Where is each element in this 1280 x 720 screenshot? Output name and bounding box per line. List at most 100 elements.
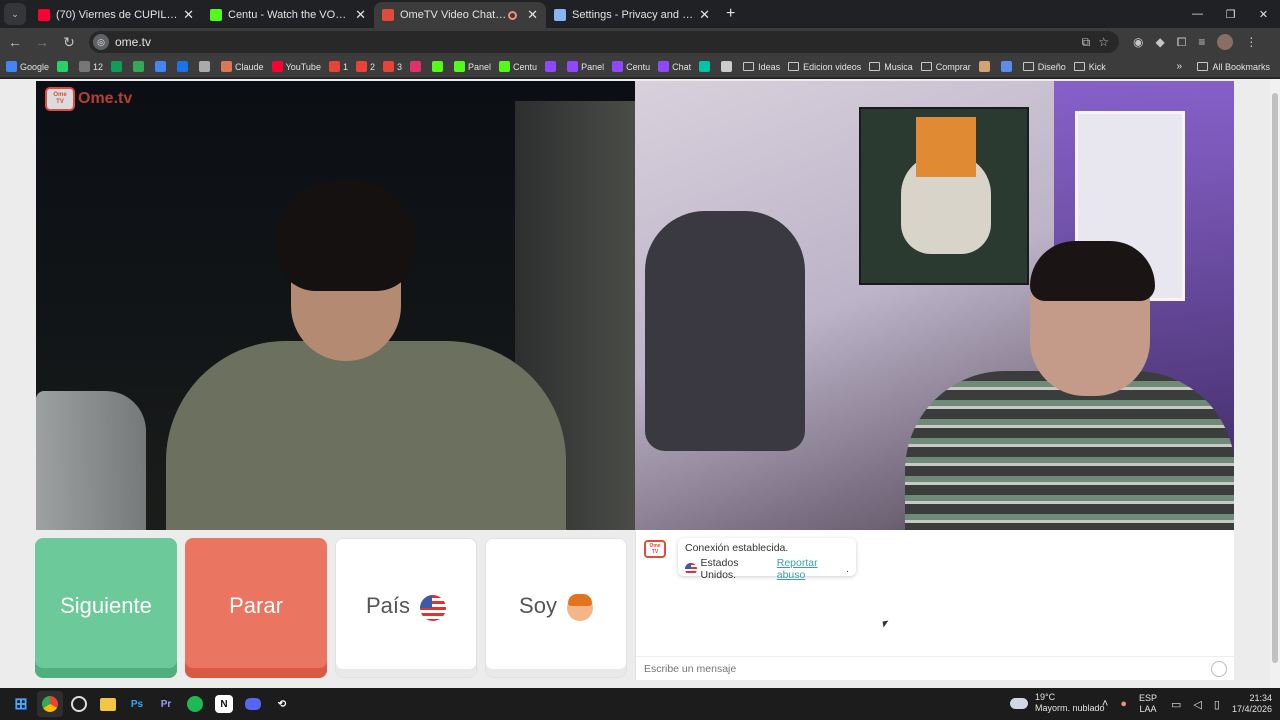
tab-close-icon[interactable]: ✕ [183,7,194,23]
reading-list-icon[interactable]: ≡ [1198,35,1205,49]
language-indicator[interactable]: ESP LAA [1139,693,1157,715]
bookmark-folder[interactable]: Musica [869,62,913,72]
bookmark-item[interactable] [177,61,191,72]
install-app-icon[interactable]: ⧉ [1082,35,1091,50]
bookmark-item[interactable]: YouTube [271,61,321,72]
network-icon[interactable]: ▭ [1171,698,1181,711]
bookmark-folder[interactable]: Edicion videos [788,62,861,72]
back-button[interactable]: ← [3,30,27,54]
bookmark-item[interactable]: Claude [221,61,264,72]
bookmark-folder[interactable]: Kick [1073,62,1106,72]
address-bar[interactable]: ◎ ome.tv ⧉ ☆ [89,31,1119,53]
reload-button[interactable]: ↻ [57,30,81,54]
spotify-icon[interactable] [182,691,208,717]
bookmark-star-icon[interactable]: ☆ [1098,35,1109,50]
browser-tab[interactable]: OmeTV Video Chat — Ome ✕ [374,2,546,28]
notion-icon[interactable]: N [215,695,233,713]
browser-tab[interactable]: (70) Viernes de CUPILOVE con l ✕ [30,2,202,28]
profile-avatar[interactable] [1217,34,1234,50]
bookmark-folder[interactable]: Comprar [920,62,971,72]
site-info-icon[interactable]: ◎ [93,34,109,50]
bookmark-item[interactable]: 1 [328,61,348,72]
bookmark-folder[interactable]: Ideas [743,62,780,72]
bookmark-favicon-icon [612,61,624,72]
bookmark-item[interactable] [133,61,147,72]
premiere-icon[interactable]: Pr [153,691,179,717]
bookmark-item[interactable] [410,61,424,72]
bookmark-item[interactable] [721,61,735,72]
bookmark-folder[interactable]: Diseño [1022,62,1066,72]
weather-widget[interactable]: 19°C Mayorm. nublado [1010,692,1105,714]
tab-close-icon[interactable]: ✕ [355,7,366,23]
tab-close-icon[interactable]: ✕ [527,7,538,23]
bookmark-item[interactable]: Panel [454,61,491,72]
battery-icon[interactable]: ▯ [1214,698,1220,711]
system-message: Conexión establecida. Estados Unidos. Re… [678,538,856,581]
next-button[interactable]: Siguiente [35,538,177,678]
browser-menu-icon[interactable]: ⋮ [1245,35,1257,49]
obs-icon[interactable] [66,691,92,717]
extension-audio-icon[interactable]: ◉ [1133,35,1143,49]
browser-tab[interactable]: Centu - Watch the VOD on Kick ✕ [202,2,374,28]
connection-status-text: Conexión establecida. [685,542,789,554]
bookmark-item[interactable] [545,61,559,72]
page-scrollbar[interactable] [1270,79,1280,688]
folder-icon [869,62,881,71]
volume-icon[interactable]: ◁ [1193,698,1201,711]
minimize-button[interactable]: — [1181,0,1214,28]
tab-close-icon[interactable]: ✕ [699,7,710,23]
stop-button[interactable]: Parar [185,538,327,678]
browser-tab[interactable]: Settings - Privacy and security ✕ [546,2,718,28]
bookmark-item[interactable]: Centu [612,61,650,72]
bookmark-item[interactable]: Centu [499,61,537,72]
new-tab-button[interactable]: + [726,5,735,23]
all-bookmarks-button[interactable]: All Bookmarks [1197,62,1270,72]
bookmark-item[interactable]: Chat [658,61,691,72]
ometv-page: Ome TV Ome.tv Siguiente Parar País Soy Om… [0,79,1280,688]
bookmark-item[interactable] [111,61,125,72]
bookmark-item[interactable]: 2 [355,61,375,72]
bookmark-item[interactable] [57,61,71,72]
bookmark-item[interactable]: Google [6,61,49,72]
tab-title: OmeTV Video Chat — Ome [400,9,508,21]
tab-favicon-icon [382,9,394,21]
bookmark-item[interactable] [699,61,713,72]
bookmark-favicon-icon [111,61,123,72]
discord-icon[interactable] [240,691,266,717]
bookmark-item[interactable] [199,61,213,72]
emoji-icon[interactable] [1211,660,1227,677]
folder-icon [743,62,755,71]
bookmark-item[interactable] [978,61,993,72]
bookmarks-overflow-chevron-icon[interactable]: » [1176,61,1182,72]
chat-input-bar [636,656,1235,680]
bookmark-item[interactable] [155,61,169,72]
file-explorer-icon[interactable] [95,691,121,717]
bookmark-item[interactable]: 12 [79,61,103,72]
bookmark-item[interactable] [432,61,446,72]
bookmark-item[interactable] [1000,61,1015,72]
extension-shield-icon[interactable]: ◆ [1155,35,1164,49]
bookmark-favicon-icon [199,61,211,72]
windows-start-icon[interactable]: ⊞ [8,691,34,717]
close-window-button[interactable]: ✕ [1247,0,1280,28]
chrome-icon[interactable] [37,691,63,717]
forward-button[interactable]: → [30,30,54,54]
message-input[interactable] [644,662,1211,675]
restore-button[interactable]: ❐ [1214,0,1247,28]
tab-strip: ⌄ (70) Viernes de CUPILOVE con l✕Centu -… [0,0,1280,28]
bookmark-favicon-icon [1000,61,1012,72]
app-arrow-icon[interactable]: ⟲ [269,691,295,717]
clock[interactable]: 21:34 17/4/2026 [1232,693,1272,715]
country-selector-button[interactable]: País [335,538,477,678]
bookmark-favicon-icon [978,61,990,72]
microphone-icon[interactable]: ● [1120,698,1127,710]
report-abuse-link[interactable]: Reportar abuso [777,557,846,581]
bookmark-item[interactable]: 3 [382,61,402,72]
tray-chevron-icon[interactable]: ˄ [1102,698,1108,710]
extensions-puzzle-icon[interactable]: ⧠ [1177,35,1187,50]
gender-selector-button[interactable]: Soy [485,538,627,678]
bookmark-item[interactable]: Panel [567,61,604,72]
url-text[interactable]: ome.tv [115,35,1082,49]
tab-search-button[interactable]: ⌄ [4,3,26,25]
photoshop-icon[interactable]: Ps [124,691,150,717]
